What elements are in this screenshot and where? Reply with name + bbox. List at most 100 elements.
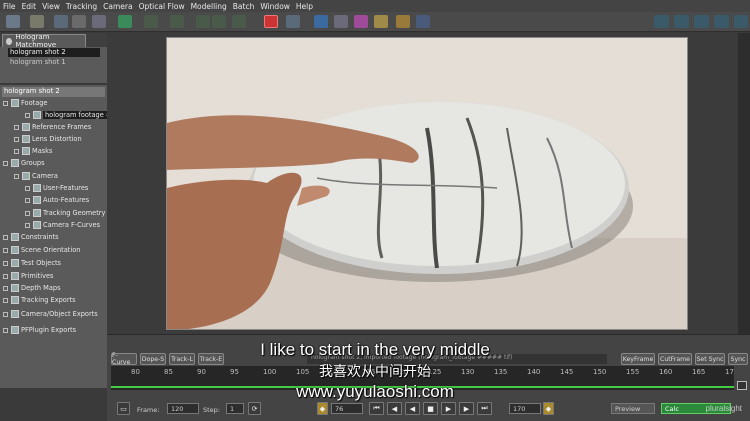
tool-print-icon[interactable] <box>72 15 86 28</box>
expand-toggle-icon[interactable] <box>25 112 30 118</box>
viewport[interactable] <box>107 33 750 334</box>
tree-item-camera[interactable]: Camera <box>14 170 58 182</box>
menu-optical-flow[interactable]: Optical Flow <box>139 2 185 11</box>
step-input[interactable]: 1 <box>226 403 244 414</box>
tree-item-primitives[interactable]: Primitives <box>3 270 53 282</box>
tab-track-editor[interactable]: Track-E <box>198 353 224 365</box>
frame-input[interactable]: 120 <box>167 403 199 414</box>
record-icon[interactable] <box>264 15 278 28</box>
tool-magic-icon[interactable] <box>92 15 106 28</box>
tree-item-camera-f-curves[interactable]: Camera F-Curves <box>25 219 100 231</box>
cutframe-button[interactable]: CutFrame <box>658 353 692 365</box>
layout-single-icon[interactable] <box>654 15 669 28</box>
end-key-icon[interactable]: ◆ <box>543 402 554 415</box>
tree-item-depth-maps[interactable]: Depth Maps <box>3 282 61 294</box>
layout-split-icon[interactable] <box>674 15 689 28</box>
tool-select-icon[interactable] <box>6 15 20 28</box>
tool-view3d-icon[interactable] <box>314 15 328 28</box>
go-end-icon[interactable]: ⏭ <box>477 402 492 415</box>
tree-item-scene-orientation[interactable]: Scene Orientation <box>3 244 80 256</box>
menu-camera[interactable]: Camera <box>103 2 132 11</box>
tool-mesh-icon[interactable] <box>374 15 388 28</box>
start-frame-input[interactable]: 76 <box>331 403 363 414</box>
tool-camera-icon[interactable] <box>118 15 132 28</box>
tool-scale-icon[interactable] <box>196 15 210 28</box>
set-sync-button[interactable]: Set Sync <box>695 353 725 365</box>
tool-nodes-icon[interactable] <box>144 15 158 28</box>
tree-item-pfplugin-exports[interactable]: PFPlugin Exports <box>3 324 76 336</box>
expand-toggle-icon[interactable] <box>25 197 30 203</box>
tool-pin-icon[interactable] <box>456 15 470 28</box>
tool-refresh-icon[interactable] <box>286 15 300 28</box>
tab-hologram-matchmove[interactable]: Hologram Matchmove <box>2 33 86 49</box>
tree-item-constraints[interactable]: Constraints <box>3 231 59 243</box>
tool-add-icon[interactable] <box>212 15 226 28</box>
keyframe-button[interactable]: KeyFrame <box>621 353 655 365</box>
start-key-icon[interactable]: ◆ <box>317 402 328 415</box>
play-icon[interactable]: ▶ <box>441 402 456 415</box>
tree-item-lens-distortion[interactable]: Lens Distortion <box>14 133 82 145</box>
tool-snapshot-icon[interactable] <box>334 15 348 28</box>
step-back-icon[interactable]: ◀ <box>387 402 402 415</box>
loop-icon[interactable]: ▭ <box>117 402 130 415</box>
expand-toggle-icon[interactable] <box>3 160 8 166</box>
expand-toggle-icon[interactable] <box>14 148 19 154</box>
end-frame-input[interactable]: 170 <box>509 403 541 414</box>
expand-toggle-icon[interactable] <box>3 260 8 266</box>
expand-toggle-icon[interactable] <box>3 327 8 333</box>
tool-axes-icon[interactable] <box>416 15 430 28</box>
footage-frame[interactable] <box>166 37 688 330</box>
shot-item-2[interactable]: hologram shot 2 <box>10 48 66 56</box>
tree-item-tracking-exports[interactable]: Tracking Exports <box>3 294 76 306</box>
tool-transform-icon[interactable] <box>170 15 184 28</box>
menu-modelling[interactable]: Modelling <box>191 2 227 11</box>
tree-item-footage[interactable]: Footage <box>3 97 48 109</box>
tool-save-icon[interactable] <box>54 15 68 28</box>
ruler-expand-icon[interactable] <box>737 381 747 390</box>
tree-item-camera-object-exports[interactable]: Camera/Object Exports <box>3 308 98 320</box>
viewport-scrollbar[interactable] <box>738 33 750 334</box>
tool-tripod-icon[interactable] <box>436 15 450 28</box>
menu-file[interactable]: File <box>3 2 16 11</box>
tool-lattice-icon[interactable] <box>396 15 410 28</box>
stop-icon[interactable]: ■ <box>423 402 438 415</box>
expand-toggle-icon[interactable] <box>3 234 8 240</box>
layout-full-icon[interactable] <box>734 15 748 28</box>
preview-dropdown[interactable]: Preview <box>611 403 655 414</box>
play-backward-icon[interactable]: ◀ <box>405 402 420 415</box>
expand-toggle-icon[interactable] <box>14 173 19 179</box>
menu-batch[interactable]: Batch <box>233 2 255 11</box>
tree-item-groups[interactable]: Groups <box>3 157 45 169</box>
menu-edit[interactable]: Edit <box>22 2 37 11</box>
sync-button[interactable]: Sync <box>728 353 748 365</box>
tree-item-test-objects[interactable]: Test Objects <box>3 257 61 269</box>
expand-toggle-icon[interactable] <box>3 273 8 279</box>
tab-f-curve[interactable]: F-Curve <box>111 352 137 366</box>
expand-toggle-icon[interactable] <box>25 222 30 228</box>
expand-toggle-icon[interactable] <box>3 285 8 291</box>
menu-help[interactable]: Help <box>296 2 313 11</box>
go-start-icon[interactable]: ⏮ <box>369 402 384 415</box>
tool-move-icon[interactable] <box>232 15 246 28</box>
tree-item-masks[interactable]: Masks <box>14 145 52 157</box>
layout-quad-icon[interactable] <box>694 15 709 28</box>
tree-item-tracking-geometry[interactable]: Tracking Geometry <box>25 207 105 219</box>
menu-window[interactable]: Window <box>260 2 290 11</box>
step-forward-icon[interactable]: ▶ <box>459 402 474 415</box>
tree-item-user-features[interactable]: User-Features <box>25 182 88 194</box>
expand-toggle-icon[interactable] <box>3 311 8 317</box>
tab-dope-sheet[interactable]: Dope-S <box>140 353 166 365</box>
expand-toggle-icon[interactable] <box>14 136 19 142</box>
tool-grid-icon[interactable] <box>30 15 44 28</box>
expand-toggle-icon[interactable] <box>25 210 30 216</box>
expand-toggle-icon[interactable] <box>25 185 30 191</box>
layout-side-icon[interactable] <box>714 15 729 28</box>
expand-toggle-icon[interactable] <box>3 247 8 253</box>
expand-toggle-icon[interactable] <box>3 100 8 106</box>
menu-view[interactable]: View <box>42 2 60 11</box>
expand-toggle-icon[interactable] <box>3 297 8 303</box>
step-cycle-icon[interactable]: ⟳ <box>248 402 261 415</box>
shot-item-1[interactable]: hologram shot 1 <box>10 58 66 66</box>
expand-toggle-icon[interactable] <box>14 124 19 130</box>
tree-item-auto-features[interactable]: Auto-Features <box>25 194 89 206</box>
